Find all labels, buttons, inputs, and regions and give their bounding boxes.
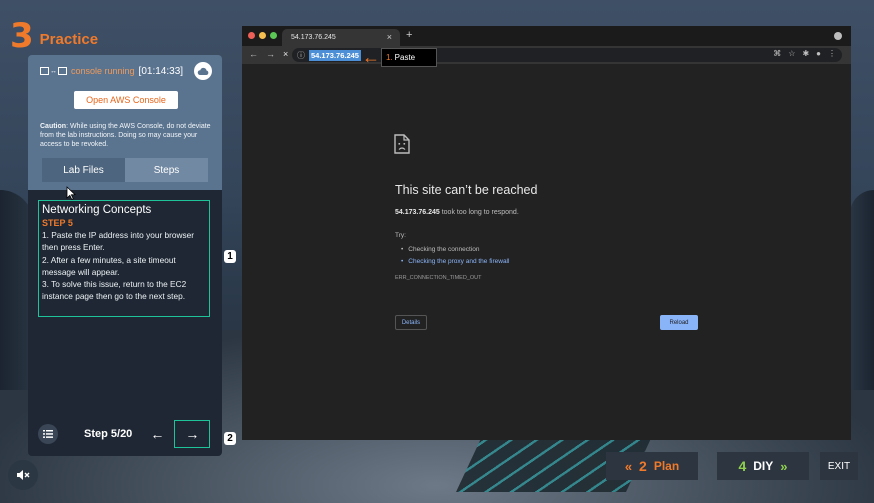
error-suggestions: Checking the connection Checking the pro… [401, 244, 509, 268]
step-instructions-box: Networking Concepts STEP 5 1. Paste the … [38, 200, 210, 317]
cloud-icon [197, 67, 209, 75]
stop-loading-icon[interactable]: × [283, 49, 288, 59]
browser-tab-bar: 54.173.76.245 × + [242, 26, 851, 46]
bookmark-star-icon[interactable]: ☆ [788, 49, 795, 58]
suggestion-check-proxy-link[interactable]: Checking the proxy and the firewall [401, 256, 509, 268]
speaker-mute-icon [17, 470, 30, 480]
next-step-button[interactable]: → [174, 420, 211, 448]
session-timer: [01:14:33] [138, 65, 184, 77]
forward-icon[interactable]: → [266, 49, 275, 59]
command-icon[interactable]: ⌘ [773, 49, 781, 58]
callout-badge-1: 1 [224, 250, 236, 263]
sad-page-icon [394, 134, 410, 154]
paste-callout-number: 1. [386, 53, 393, 62]
close-tab-icon[interactable]: × [387, 32, 392, 42]
chevrons-right-icon: » [780, 458, 788, 474]
caution-label: Caution [40, 123, 67, 130]
tab-lab-files[interactable]: Lab Files [42, 158, 125, 182]
callout-badge-2: 2 [224, 432, 236, 445]
tab-steps[interactable]: Steps [125, 158, 208, 182]
step-heading: Networking Concepts [42, 204, 152, 216]
mouse-cursor-icon [66, 186, 76, 200]
diy-label: DIY [753, 459, 774, 473]
practice-header: 3 Practice [10, 18, 98, 54]
kebab-menu-icon[interactable]: ⋮ [828, 49, 836, 58]
browser-tab[interactable]: 54.173.76.245 × [282, 29, 400, 46]
practice-title: Practice [39, 30, 99, 48]
previous-step-button[interactable]: ← [150, 426, 164, 442]
background-arch-right [850, 190, 874, 390]
step-counter: Step 5/20 [84, 428, 133, 440]
console-status-row: ↔ console running [01:14:33] [40, 62, 212, 80]
diy-button[interactable]: 4 DIY » [717, 452, 809, 480]
close-window-icon[interactable] [248, 32, 255, 39]
list-icon [43, 430, 53, 438]
browser-tab-title: 54.173.76.245 [291, 34, 336, 41]
error-host: 54.173.76.245 [395, 209, 440, 216]
window-controls [248, 32, 277, 39]
window-switch-icon: ↔ [40, 67, 67, 75]
console-status: console running [71, 66, 135, 76]
suggestion-check-connection: Checking the connection [401, 244, 509, 256]
new-tab-icon[interactable]: + [406, 29, 412, 41]
site-info-icon[interactable]: ⓘ [297, 50, 305, 61]
open-aws-console-button[interactable]: Open AWS Console [74, 91, 178, 109]
minimize-window-icon[interactable] [259, 32, 266, 39]
caution-message: : While using the AWS Console, do not de… [40, 123, 211, 148]
step-line-1: 1. Paste the IP address into your browse… [42, 230, 195, 253]
details-button[interactable]: Details [395, 315, 427, 330]
maximize-window-icon[interactable] [270, 32, 277, 39]
error-message: took too long to respond. [439, 209, 519, 216]
diy-number: 4 [738, 458, 747, 474]
plan-label: Plan [653, 459, 680, 473]
exit-button[interactable]: EXIT [820, 452, 858, 480]
step-line-3: 3. To solve this issue, return to the EC… [42, 279, 187, 302]
console-panel: ↔ console running [01:14:33] Open AWS Co… [28, 55, 222, 190]
plan-number: 2 [639, 458, 647, 474]
error-subtitle: 54.173.76.245 took too long to respond. [395, 209, 519, 216]
step-line-2: 2. After a few minutes, a site timeout m… [42, 254, 176, 277]
reload-button[interactable]: Reload [660, 315, 698, 330]
paste-callout: 1. Paste [381, 48, 437, 67]
practice-step-number: 3 [10, 16, 34, 56]
paste-callout-text: Paste [394, 53, 416, 62]
mute-button[interactable] [8, 460, 38, 490]
paste-callout-arrow-icon: ← [362, 47, 380, 67]
chevrons-left-icon: « [624, 458, 633, 474]
step-navigation: Step 5/20 ← → [38, 420, 214, 448]
browser-nav-buttons: ← → × [249, 49, 288, 59]
back-icon[interactable]: ← [249, 49, 258, 59]
browser-menu-dot-icon[interactable] [834, 32, 842, 40]
step-list-button[interactable] [38, 424, 58, 444]
error-code: ERR_CONNECTION_TIMED_OUT [395, 275, 482, 281]
cloud-button[interactable] [194, 62, 212, 80]
step-label: STEP 5 [42, 218, 73, 228]
plan-button[interactable]: « 2 Plan [606, 452, 698, 480]
panel-tabs: Lab Files Steps [42, 158, 208, 182]
caution-text: Caution: While using the AWS Console, do… [40, 122, 215, 149]
browser-toolbar: ← → × ⓘ 54.173.76.245 ⌘ ☆ ✱ ● ⋮ [242, 46, 851, 64]
profile-icon[interactable]: ● [816, 49, 821, 58]
error-title: This site can’t be reached [395, 183, 538, 197]
error-try-label: Try: [395, 232, 406, 239]
browser-window: 54.173.76.245 × + ← → × ⓘ 54.173.76.245 … [242, 26, 851, 440]
address-bar-url[interactable]: 54.173.76.245 [309, 49, 361, 61]
extensions-icon[interactable]: ✱ [802, 49, 809, 58]
address-bar-actions: ⌘ ☆ ✱ ● ⋮ [773, 49, 836, 58]
steps-panel: Networking Concepts STEP 5 1. Paste the … [28, 190, 222, 456]
